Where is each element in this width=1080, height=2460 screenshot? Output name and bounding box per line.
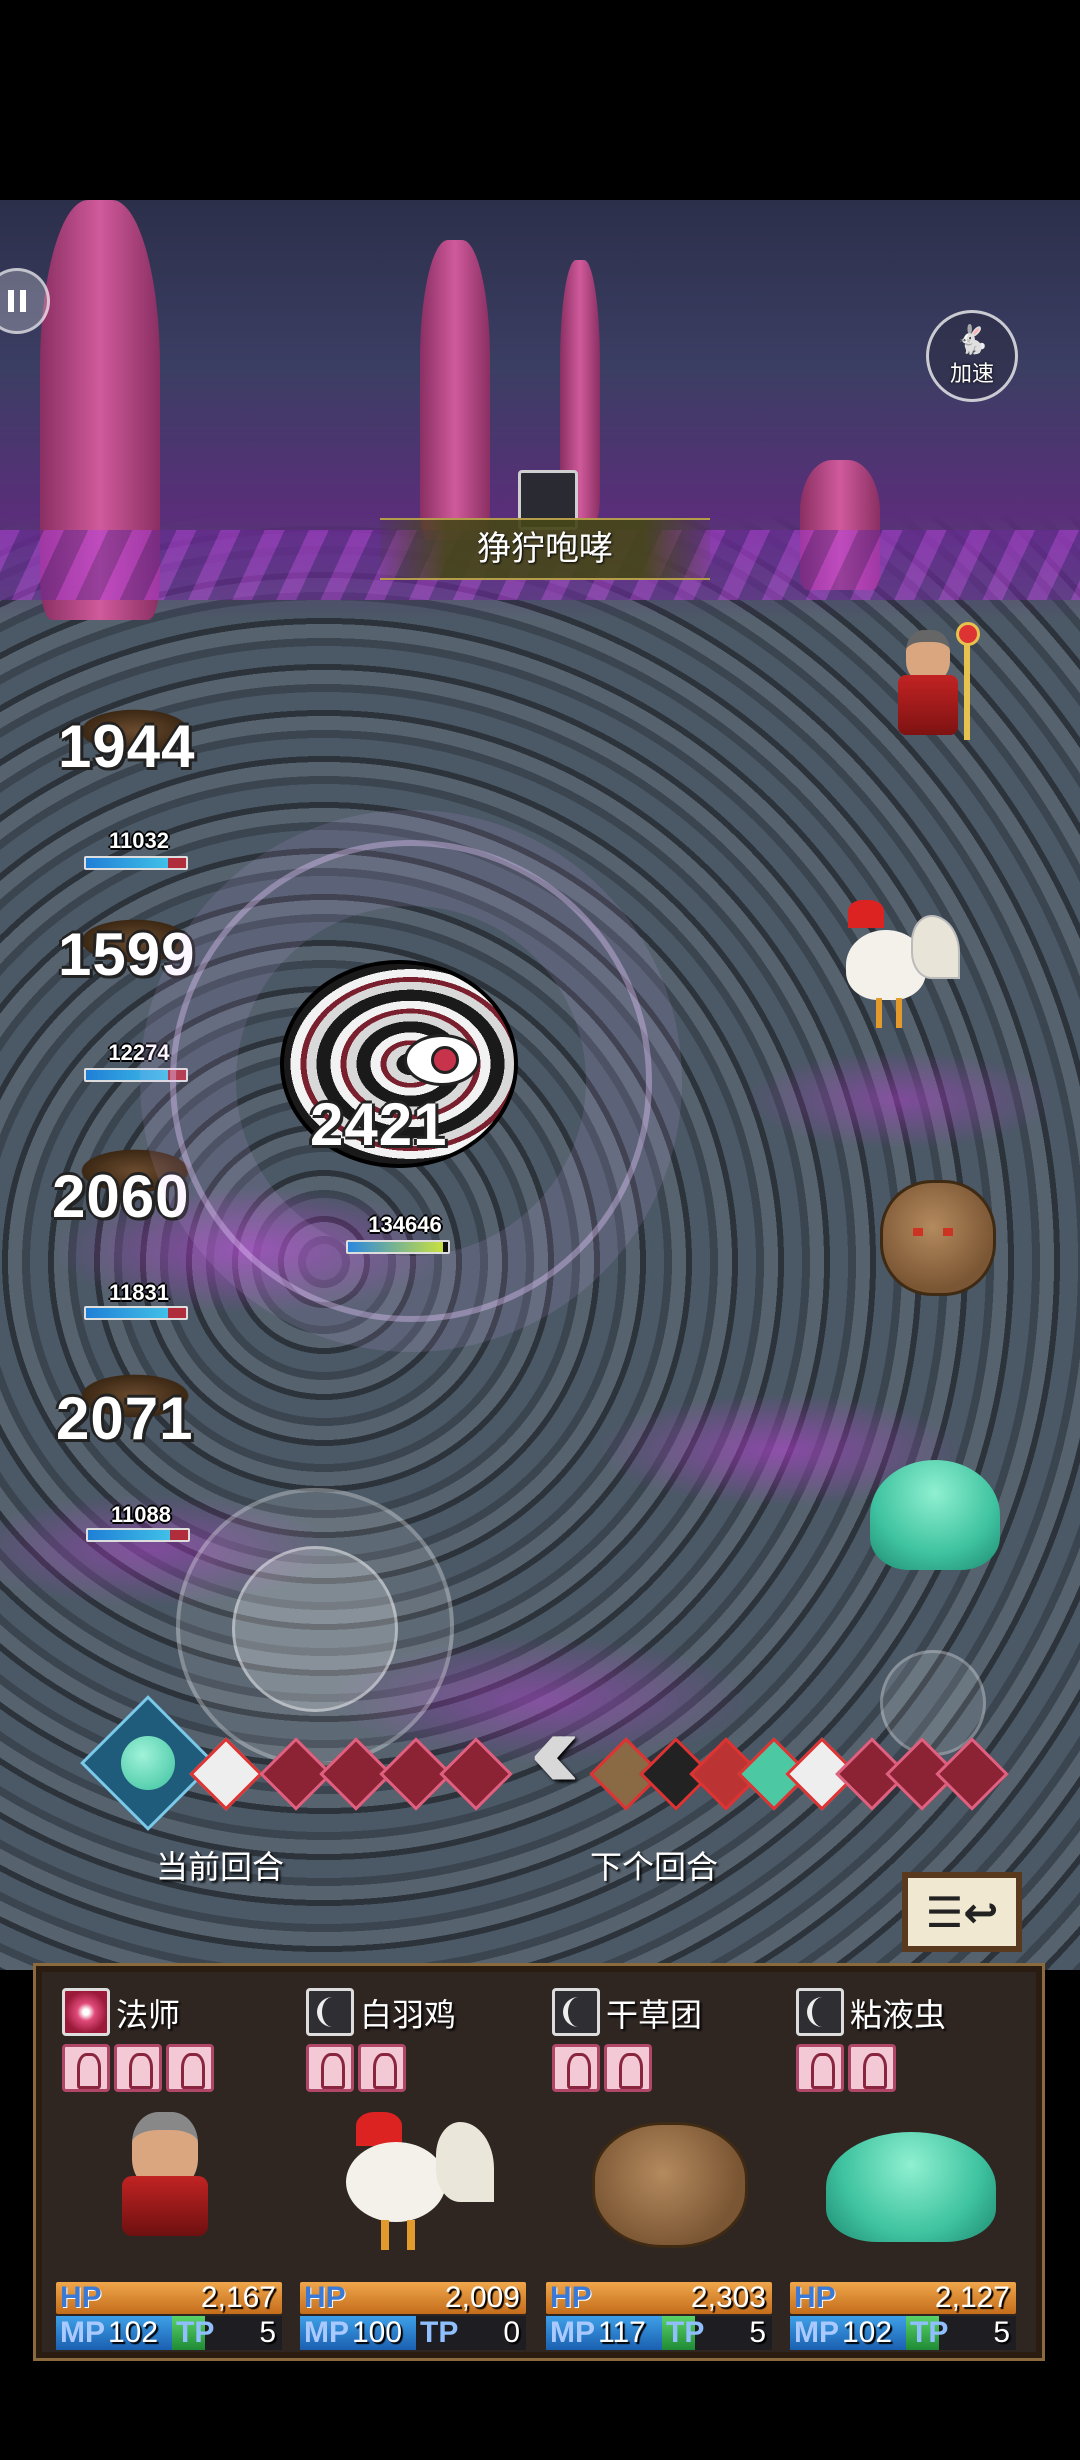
hp-value: 2,303 xyxy=(690,2281,766,2314)
attack-buff-icon xyxy=(552,2044,600,2092)
attack-buff-icon xyxy=(114,2044,162,2092)
mage-sprite[interactable] xyxy=(888,620,980,760)
party-member-name: 法师 xyxy=(116,1997,181,2033)
defense-buff-icon xyxy=(848,2044,896,2092)
boss-hp-value: 134646 xyxy=(368,1212,442,1237)
party-member-card[interactable]: 干草团 HP 2,303 MP 117 TP 5 xyxy=(532,1980,772,2350)
enemy-hp-value: 11831 xyxy=(109,1280,169,1305)
joystick-knob[interactable] xyxy=(232,1546,398,1712)
attack-buff-icon xyxy=(796,2044,844,2092)
mp-bar: MP 100 xyxy=(300,2316,416,2350)
speed-up-button[interactable]: 🐇 加速 xyxy=(926,310,1018,402)
mp-value: 117 xyxy=(598,2316,646,2349)
pink-tree xyxy=(40,200,160,620)
claw-icon xyxy=(552,1988,600,2036)
defense-buff-icon xyxy=(166,2044,214,2092)
enemy-hp-value: 11088 xyxy=(111,1502,171,1527)
mp-bar: MP 117 xyxy=(546,2316,662,2350)
boss-hp-bar xyxy=(346,1240,450,1254)
boss-eye xyxy=(404,1034,480,1086)
slime-sprite[interactable] xyxy=(870,1460,1000,1570)
party-member-name: 白羽鸡 xyxy=(360,1997,457,2033)
enemy-hp-bar xyxy=(84,856,188,870)
damage-number: 1944 xyxy=(58,713,196,780)
damage-number: 2060 xyxy=(52,1163,190,1230)
rooster-portrait xyxy=(326,2092,496,2252)
next-turn-label: 下个回合 xyxy=(590,1849,719,1885)
attack-buff-icon xyxy=(306,2044,354,2092)
pink-bush xyxy=(800,460,880,590)
party-member-name: 干草团 xyxy=(606,1997,703,2033)
hp-bar: HP 2,303 xyxy=(546,2282,772,2314)
tp-bar: TP 5 xyxy=(172,2316,282,2350)
mp-tp-row: MP 102 TP 5 xyxy=(790,2316,1016,2350)
mp-bar: MP 102 xyxy=(790,2316,906,2350)
tp-value: 5 xyxy=(259,2316,276,2349)
hp-value: 2,167 xyxy=(200,2281,276,2314)
stats-block: HP 2,009 MP 100 TP 0 xyxy=(300,2282,526,2350)
mp-tp-row: MP 102 TP 5 xyxy=(56,2316,282,2350)
hp-value: 2,127 xyxy=(934,2281,1010,2314)
party-member-card[interactable]: 粘液虫 HP 2,127 MP 102 TP 5 xyxy=(776,1980,1016,2350)
stats-block: HP 2,127 MP 102 TP 5 xyxy=(790,2282,1016,2350)
turn-divider-chevrons: ‹‹‹ xyxy=(530,1688,580,1811)
mp-tp-row: MP 100 TP 0 xyxy=(300,2316,526,2350)
stats-block: HP 2,167 MP 102 TP 5 xyxy=(56,2282,282,2350)
hp-value: 2,009 xyxy=(444,2281,520,2314)
buff-list xyxy=(306,2044,406,2092)
enemy-hp-bar xyxy=(84,1306,188,1320)
buff-list xyxy=(796,2044,896,2092)
pink-tree xyxy=(420,240,490,540)
mp-tp-row: MP 117 TP 5 xyxy=(546,2316,772,2350)
rooster-sprite[interactable] xyxy=(826,890,960,1030)
hp-bar: HP 2,167 xyxy=(56,2282,282,2314)
boss-damage-number: 2421 xyxy=(310,1091,448,1158)
tp-value: 5 xyxy=(749,2316,766,2349)
defense-buff-icon xyxy=(358,2044,406,2092)
mage-class-icon xyxy=(62,1988,110,2036)
damage-number: 2071 xyxy=(56,1385,194,1452)
top-letterbox xyxy=(0,0,1080,200)
hp-bar: HP 2,009 xyxy=(300,2282,526,2314)
bottom-letterbox xyxy=(0,2362,1080,2460)
buff-list xyxy=(552,2044,652,2092)
hp-bar: HP 2,127 xyxy=(790,2282,1016,2314)
mp-value: 102 xyxy=(108,2316,159,2349)
party-member-card[interactable]: 白羽鸡 HP 2,009 MP 100 TP 0 xyxy=(286,1980,526,2350)
mp-bar: MP 102 xyxy=(56,2316,172,2350)
mp-value: 102 xyxy=(842,2316,893,2349)
current-turn-label: 当前回合 xyxy=(156,1849,285,1885)
defense-buff-icon xyxy=(604,2044,652,2092)
tp-value: 5 xyxy=(993,2316,1010,2349)
rabbit-icon: 🐇 xyxy=(954,324,990,355)
tp-bar: TP 5 xyxy=(662,2316,772,2350)
claw-icon xyxy=(306,1988,354,2036)
attack-buff-icon xyxy=(62,2044,110,2092)
mage-portrait xyxy=(82,2092,252,2252)
slime-portrait xyxy=(816,2092,996,2252)
stats-block: HP 2,303 MP 117 TP 5 xyxy=(546,2282,772,2350)
enemy-hp-value: 11032 xyxy=(109,828,169,853)
party-member-card[interactable]: 法师 HP 2,167 MP 102 TP 5 xyxy=(42,1980,282,2350)
auto-battle-menu-button[interactable]: ☰↩ xyxy=(902,1872,1022,1952)
enemy-hp-bar xyxy=(86,1528,190,1542)
damage-number: 1599 xyxy=(58,921,196,988)
party-member-name: 粘液虫 xyxy=(850,1997,947,2033)
tp-bar: TP 0 xyxy=(416,2316,526,2350)
skill-name-banner: 狰狞咆哮 xyxy=(380,518,710,580)
mp-value: 100 xyxy=(352,2316,403,2349)
tp-bar: TP 5 xyxy=(906,2316,1016,2350)
haystack-portrait xyxy=(572,2092,748,2252)
tp-value: 0 xyxy=(503,2316,520,2349)
speed-up-label: 加速 xyxy=(949,361,994,386)
buff-list xyxy=(62,2044,214,2092)
haystack-sprite[interactable] xyxy=(880,1180,996,1296)
party-status-panel: 法师 HP 2,167 MP 102 TP 5 白羽鸡 HP 2,009 MP … xyxy=(33,1963,1045,2361)
claw-icon xyxy=(796,1988,844,2036)
